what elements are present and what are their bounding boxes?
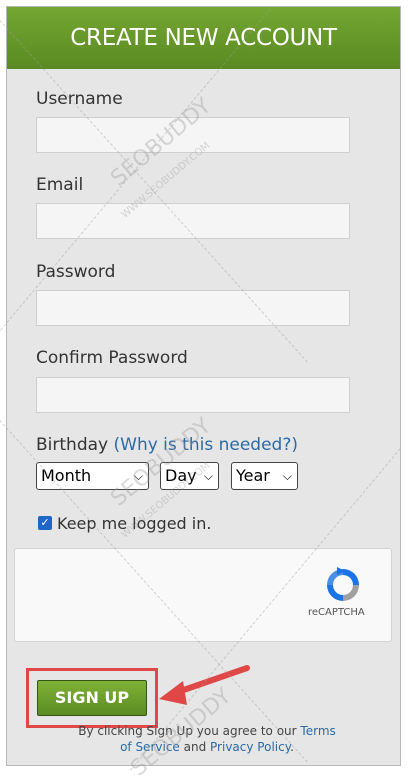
month-select[interactable]: Month ⌵ <box>36 462 149 490</box>
confirm-password-input[interactable] <box>36 377 350 413</box>
privacy-policy-link[interactable]: Privacy Policy <box>210 740 290 754</box>
red-arrow-icon <box>159 665 250 705</box>
year-select-value: Year <box>236 466 270 485</box>
password-input[interactable] <box>36 290 350 326</box>
chevron-down-icon: ⌵ <box>203 469 213 483</box>
confirm-password-label: Confirm Password <box>36 348 188 368</box>
username-label: Username <box>36 89 123 109</box>
terms-and: and <box>183 740 207 754</box>
chevron-down-icon: ⌵ <box>282 469 292 483</box>
recaptcha-label: reCAPTCHA <box>308 607 365 618</box>
why-needed-link[interactable]: (Why is this needed?) <box>114 435 298 455</box>
username-input[interactable] <box>36 117 350 153</box>
keep-logged-in-checkbox[interactable]: ✓ <box>38 516 52 530</box>
recaptcha-icon <box>327 567 359 601</box>
day-select-value: Day <box>165 466 197 485</box>
birthday-label: Birthday (Why is this needed?) <box>36 435 298 455</box>
checkmark-icon: ✓ <box>40 516 50 529</box>
day-select[interactable]: Day ⌵ <box>160 462 219 490</box>
signup-panel: CREATE NEW ACCOUNT Username Email Passwo… <box>6 6 401 766</box>
terms-prefix: By clicking Sign Up you agree to our <box>78 724 297 738</box>
year-select[interactable]: Year ⌵ <box>231 462 298 490</box>
form-title: CREATE NEW ACCOUNT <box>7 7 400 69</box>
terms-text: By clicking Sign Up you agree to our Ter… <box>77 723 337 755</box>
email-input[interactable] <box>36 203 350 239</box>
recaptcha-widget[interactable]: reCAPTCHA <box>14 548 392 642</box>
terms-suffix: . <box>290 740 294 754</box>
month-select-value: Month <box>41 466 92 485</box>
signup-button[interactable]: SIGN UP <box>37 680 147 716</box>
password-label: Password <box>36 262 116 282</box>
email-label: Email <box>36 175 84 195</box>
keep-logged-in-label[interactable]: Keep me logged in. <box>57 514 211 533</box>
birthday-label-text: Birthday <box>36 435 109 455</box>
chevron-down-icon: ⌵ <box>133 469 143 483</box>
